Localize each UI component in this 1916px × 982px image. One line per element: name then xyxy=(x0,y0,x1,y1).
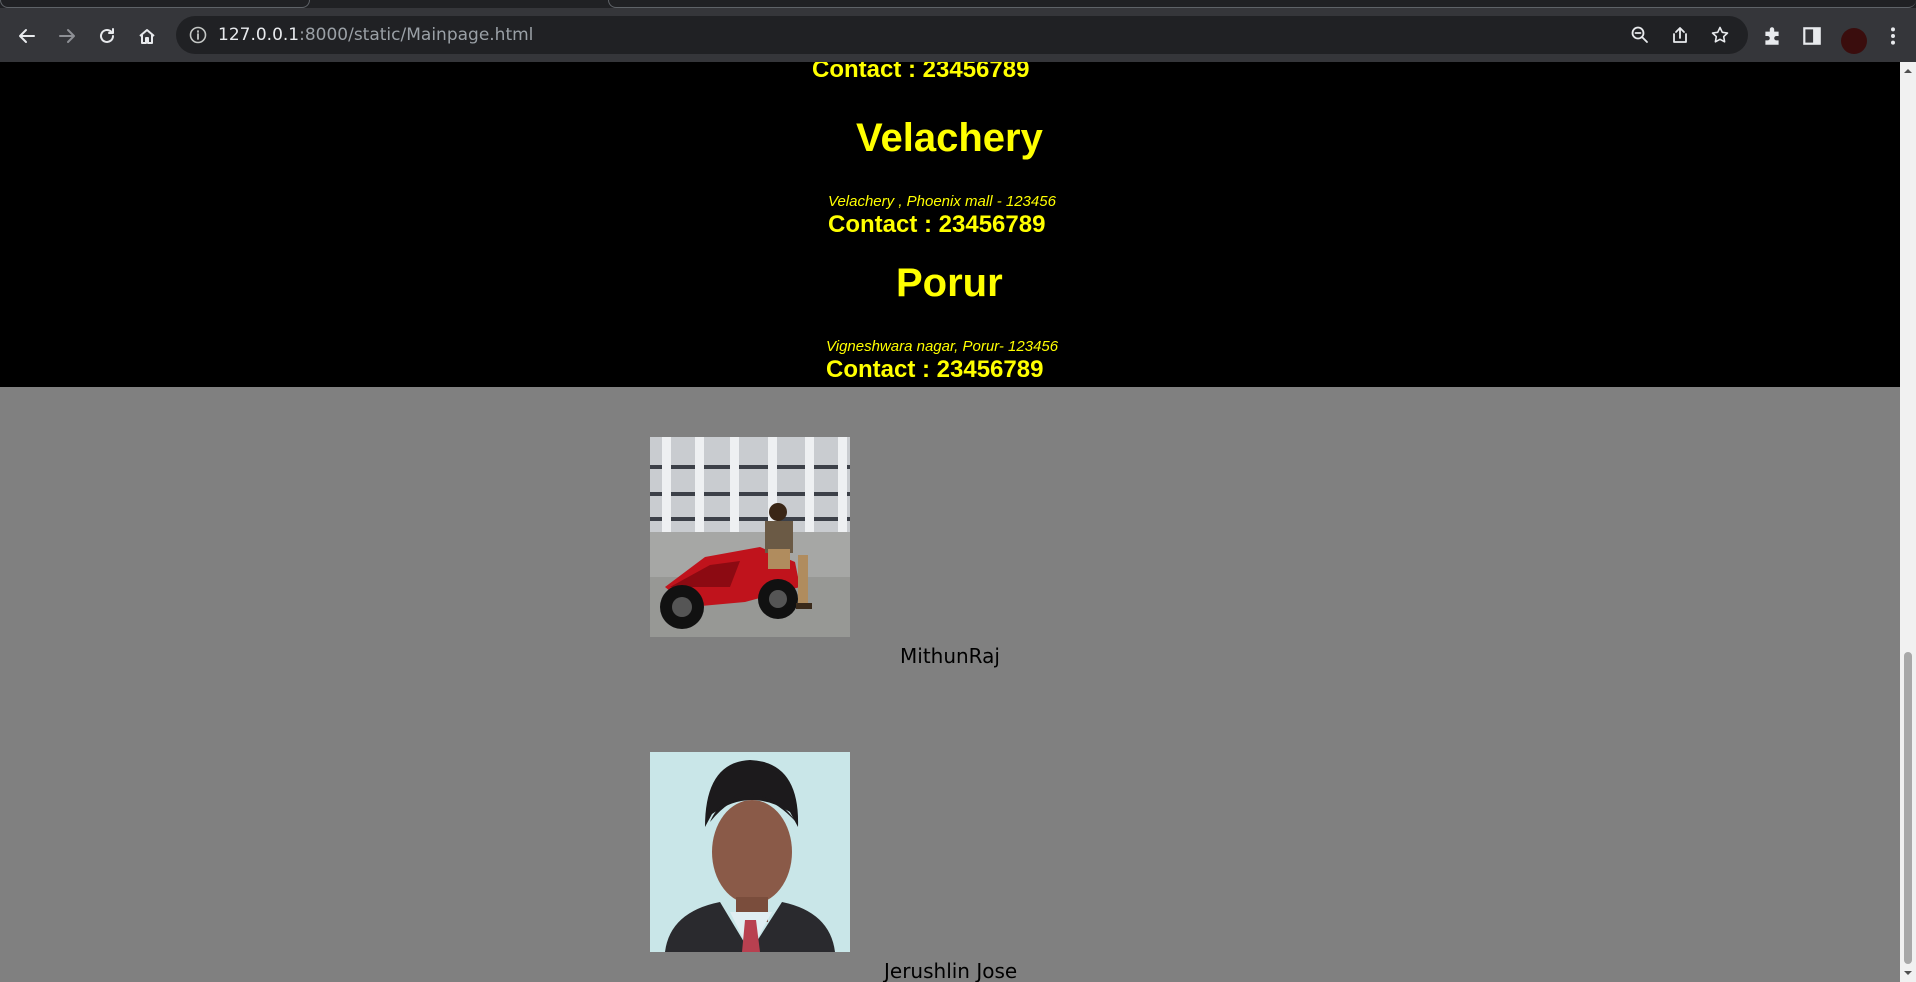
zoom-icon[interactable] xyxy=(1630,25,1650,45)
url-path: :8000/static/Mainpage.html xyxy=(299,25,534,45)
branch-title: Porur xyxy=(896,261,1003,305)
scrollbar-thumb[interactable] xyxy=(1904,652,1912,964)
back-button[interactable] xyxy=(10,19,44,53)
scroll-down-arrow-icon[interactable] xyxy=(1903,968,1913,978)
motorbike-photo xyxy=(650,437,850,637)
team-member-name: MithunRaj xyxy=(900,644,1000,668)
branch-contact: Contact : 23456789 xyxy=(828,211,1046,238)
branch-contact: Contact : 23456789 xyxy=(812,62,1030,83)
portrait-photo xyxy=(650,752,850,952)
tab-left-edge[interactable] xyxy=(0,0,310,8)
side-panel-icon[interactable] xyxy=(1801,25,1823,47)
branch-contact: Contact : 23456789 xyxy=(826,356,1044,383)
url-host: 127.0.0.1 xyxy=(218,25,300,45)
browser-toolbar: 127.0.0.1:8000/static/Mainpage.html xyxy=(0,8,1916,62)
reload-icon xyxy=(100,28,114,43)
scroll-up-arrow-icon[interactable] xyxy=(1903,66,1913,76)
share-icon[interactable] xyxy=(1670,25,1690,45)
url-text[interactable]: 127.0.0.1:8000/static/Mainpage.html xyxy=(218,16,533,54)
reload-button[interactable] xyxy=(90,19,124,53)
address-bar[interactable]: 127.0.0.1:8000/static/Mainpage.html xyxy=(176,16,1748,54)
branch-address: Vigneshwara nagar, Porur- 123456 xyxy=(826,338,1059,355)
branch-address: Velachery , Phoenix mall - 123456 xyxy=(828,193,1056,210)
extensions-puzzle-icon[interactable] xyxy=(1761,25,1783,47)
vertical-scrollbar[interactable] xyxy=(1900,62,1916,982)
team-member-photo xyxy=(650,752,850,952)
tab-strip xyxy=(0,0,1916,8)
bookmark-star-icon[interactable] xyxy=(1710,25,1730,45)
site-info-icon[interactable] xyxy=(188,25,208,45)
team-member-photo xyxy=(650,437,850,637)
branches-section: Contact : 23456789 Velachery Velachery ,… xyxy=(0,62,1900,387)
forward-button[interactable] xyxy=(50,19,84,53)
home-icon xyxy=(139,29,155,44)
back-arrow-icon xyxy=(19,29,35,43)
tab-right-edge[interactable] xyxy=(608,0,1916,8)
profile-avatar[interactable] xyxy=(1841,28,1867,54)
forward-arrow-icon xyxy=(59,29,75,43)
home-button[interactable] xyxy=(130,19,164,53)
more-menu-icon[interactable] xyxy=(1882,25,1904,47)
page-viewport: Contact : 23456789 Velachery Velachery ,… xyxy=(0,62,1900,982)
branch-title: Velachery xyxy=(856,116,1043,160)
team-member-name: Jerushlin Jose xyxy=(884,959,1018,982)
